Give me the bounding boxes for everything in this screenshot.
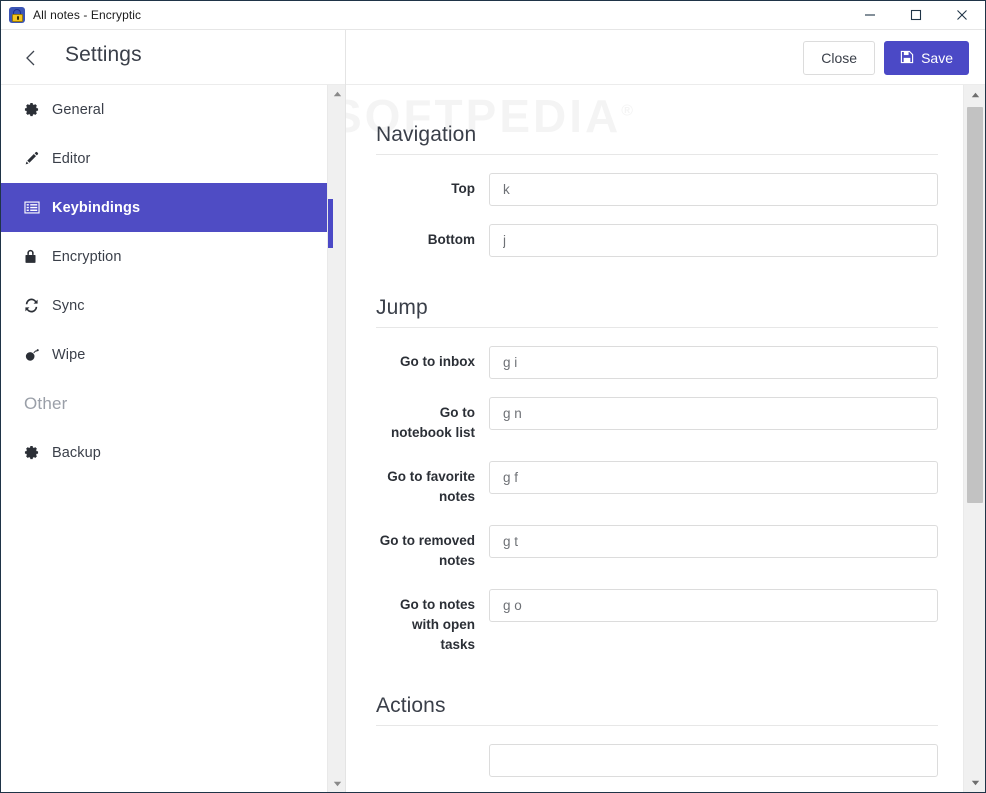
- sidebar-item-editor[interactable]: Editor: [1, 134, 327, 183]
- field-row-go-to-favorite-notes: Go to favorite notes: [376, 443, 938, 507]
- field-label: Go to inbox: [400, 354, 475, 369]
- keybinding-input-go-to-notes-with-open-tasks[interactable]: [489, 589, 938, 622]
- field-row-go-to-removed-notes: Go to removed notes: [376, 507, 938, 571]
- sidebar-item-label: Keybindings: [52, 199, 141, 216]
- close-icon[interactable]: [939, 1, 985, 30]
- field-row-bottom: Bottom: [376, 206, 938, 257]
- section-title-navigation: Navigation: [376, 85, 938, 155]
- field-label: Go to notebook list: [391, 405, 475, 440]
- window-title: All notes - Encryptic: [33, 8, 142, 22]
- keybinding-input-top[interactable]: [489, 173, 938, 206]
- keybinding-input-go-to-removed-notes[interactable]: [489, 525, 938, 558]
- scroll-up-icon[interactable]: [328, 85, 346, 103]
- bomb-icon: [24, 347, 44, 362]
- section-title-jump: Jump: [376, 257, 938, 328]
- list-indent-icon: [24, 200, 44, 215]
- chevron-left-icon[interactable]: [17, 44, 45, 72]
- window-controls: [847, 1, 985, 30]
- keybinding-input-actions-first[interactable]: [489, 744, 938, 777]
- app-window: All notes - Encryptic Settings Close Sav…: [0, 0, 986, 793]
- save-button-label: Save: [921, 50, 953, 66]
- sidebar-item-label: General: [52, 101, 105, 118]
- app-lock-icon: [9, 7, 25, 23]
- page-title: Settings: [65, 43, 142, 66]
- title-bar: All notes - Encryptic: [1, 1, 985, 30]
- field-row-go-to-notes-with-open-tasks: Go to notes with open tasks: [376, 571, 938, 655]
- field-row-go-to-inbox: Go to inbox: [376, 328, 938, 379]
- sidebar-item-wipe[interactable]: Wipe: [1, 330, 327, 379]
- sidebar-item-general[interactable]: General: [1, 85, 327, 134]
- sidebar-section-other: Other: [24, 393, 68, 413]
- lock-icon: [24, 249, 44, 264]
- sidebar-item-label: Sync: [52, 297, 85, 314]
- sidebar-item-label: Encryption: [52, 248, 122, 265]
- settings-content: SOFTPEDIA® Navigation Top Bottom Jump Go…: [346, 85, 963, 792]
- minimize-icon[interactable]: [847, 1, 893, 30]
- field-label: Bottom: [427, 232, 475, 247]
- field-label: Go to notes with open tasks: [400, 597, 475, 652]
- settings-header: Settings Close Save: [1, 30, 985, 85]
- keybinding-input-bottom[interactable]: [489, 224, 938, 257]
- field-label: Top: [451, 181, 475, 196]
- sidebar-item-label: Backup: [52, 444, 101, 461]
- sidebar-item-label: Wipe: [52, 346, 86, 363]
- scroll-down-icon[interactable]: [328, 775, 346, 792]
- sidebar-item-backup[interactable]: Backup: [1, 428, 327, 477]
- field-row-go-to-notebook-list: Go to notebook list: [376, 379, 938, 443]
- field-label: Go to removed notes: [379, 533, 475, 568]
- header-actions: Close Save: [803, 41, 969, 75]
- settings-sidebar: General Editor Keybindings Encryption Sy…: [1, 85, 327, 792]
- keybinding-input-go-to-favorite-notes[interactable]: [489, 461, 938, 494]
- keybinding-input-go-to-inbox[interactable]: [489, 346, 938, 379]
- save-button[interactable]: Save: [884, 41, 969, 75]
- sidebar-item-label: Editor: [52, 150, 91, 167]
- sidebar-scrollbar[interactable]: [327, 85, 346, 792]
- content-scrollbar[interactable]: [963, 85, 985, 792]
- sidebar-item-encryption[interactable]: Encryption: [1, 232, 327, 281]
- scroll-up-icon[interactable]: [964, 85, 985, 105]
- section-title-actions: Actions: [376, 655, 938, 726]
- gear-icon: [24, 102, 44, 117]
- sidebar-item-sync[interactable]: Sync: [1, 281, 327, 330]
- header-vertical-divider: [345, 30, 346, 85]
- pencil-icon: [24, 151, 44, 166]
- gear-icon: [24, 445, 44, 460]
- sidebar-scroll-track[interactable]: [328, 103, 346, 775]
- active-item-indicator: [328, 199, 333, 248]
- field-row-top: Top: [376, 155, 938, 206]
- floppy-disk-icon: [900, 50, 914, 67]
- content-scroll-thumb[interactable]: [967, 107, 983, 503]
- sidebar-item-keybindings[interactable]: Keybindings: [1, 183, 327, 232]
- field-label: Go to favorite notes: [387, 469, 475, 504]
- close-button[interactable]: Close: [803, 41, 876, 75]
- sync-icon: [24, 298, 44, 313]
- field-row-actions-first: [376, 726, 938, 777]
- field-label: [376, 744, 489, 750]
- keybinding-input-go-to-notebook-list[interactable]: [489, 397, 938, 430]
- scroll-down-icon[interactable]: [964, 773, 985, 792]
- maximize-icon[interactable]: [893, 1, 939, 30]
